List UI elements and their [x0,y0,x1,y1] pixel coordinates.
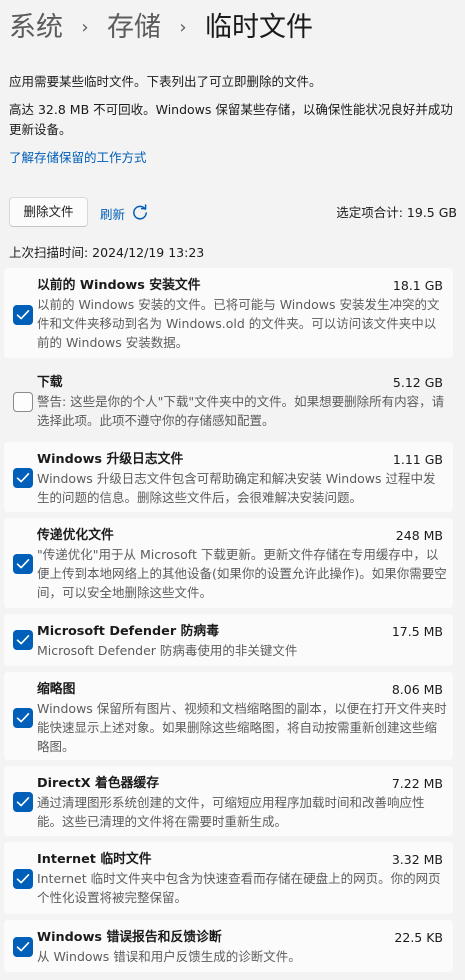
reserved-storage-link[interactable]: 了解存储保留的工作方式 [9,148,147,168]
item-description: Windows 升级日志文件包含可帮助确定和解决安装 Windows 过程中发生… [37,471,436,505]
checkmark-icon [16,559,30,569]
item-checkbox[interactable] [13,869,33,889]
item-description: 通过清理图形系统创建的文件，可缩短应用程序加载时间和改善响应性能。这些已清理的文… [37,795,425,829]
checkmark-icon [16,713,30,723]
item-description: "传递优化"用于从 Microsoft 下载更新。更新文件存储在专用缓存中，以便… [37,547,447,600]
item-size: 8.06 MB [391,682,443,697]
item-checkbox[interactable] [13,792,33,812]
item-title: 传递优化文件 [37,528,114,543]
selected-total: 选定项合计: 19.5 GB [336,205,457,220]
temp-file-item[interactable]: Microsoft Defender 防病毒 17.5 MB Microsoft D… [4,614,453,666]
checkmark-icon [16,473,30,483]
checkmark-icon [16,874,30,884]
item-title: Microsoft Defender 防病毒 [37,624,220,639]
intro-text: 应用需要某些临时文件。下表列出了可立即删除的文件。 [9,74,322,89]
checkmark-icon [16,942,30,952]
refresh-label: 刷新 [100,206,126,222]
temp-file-item[interactable]: 传递优化文件 248 MB "传递优化"用于从 Microsoft 下载更新。更新文… [4,518,453,608]
item-size: 22.5 KB [394,930,443,945]
checkmark-icon [16,310,30,320]
refresh-icon [133,204,147,220]
item-description: Microsoft Defender 防病毒使用的非关键文件 [37,643,298,658]
item-description: Internet 临时文件夹中包含为快速查看而存储在硬盘上的网页。你的网页个性化… [37,871,441,905]
reserved-storage-text: 高达 32.8 MB 不可回收。Windows 保留某些存储，以确保性能状况良好… [9,102,453,137]
temp-file-item[interactable]: Internet 临时文件 3.32 MB Internet 临时文件夹中包含为快速… [4,842,453,914]
breadcrumb: 系统 › 存储 › 临时文件 [9,8,313,48]
item-size: 1.11 GB [392,452,443,467]
temp-file-item[interactable]: 以前的 Windows 安装文件 18.1 GB 以前的 Windows 安装的文件… [4,268,453,358]
refresh-button[interactable]: 刷新 [100,201,149,225]
delete-files-button[interactable]: 删除文件 [9,197,88,227]
item-title: 下载 [37,375,63,390]
item-description: 从 Windows 错误和用户反馈生成的诊断文件。 [37,949,301,964]
checkmark-icon [16,635,30,645]
item-size: 3.32 MB [391,852,443,867]
item-title: DirectX 着色器缓存 [37,776,160,791]
item-size: 5.12 GB [392,375,443,390]
item-title: 以前的 Windows 安装文件 [37,278,201,293]
temp-files-page: 系统 › 存储 › 临时文件 应用需要某些临时文件。下表列出了可立即删除的文件。… [0,0,465,980]
breadcrumb-storage[interactable]: 存储 [107,8,161,48]
item-description: 警告: 这些是你的个人"下载"文件夹中的文件。如果想要删除所有内容，请选择此项。… [37,394,445,428]
checkmark-icon [16,797,30,807]
breadcrumb-system[interactable]: 系统 [9,8,63,48]
temp-file-item[interactable]: Windows 错误报告和反馈诊断 22.5 KB 从 Windows 错误和用户反… [4,920,453,972]
item-title: Windows 升级日志文件 [37,452,184,467]
item-title: Internet 临时文件 [37,852,152,867]
item-checkbox[interactable] [13,630,33,650]
temp-file-item[interactable]: DirectX 着色器缓存 7.22 MB 通过清理图形系统创建的文件，可缩短应用程… [4,766,453,836]
item-description: Windows 保留所有图片、视频和文档缩略图的副本，以便在打开文件夹时能快速显… [37,701,447,754]
chevron-right-icon: › [179,17,187,38]
item-size: 18.1 GB [392,278,443,293]
item-size: 248 MB [395,528,443,543]
page-title: 临时文件 [205,12,313,43]
last-scan-time: 上次扫描时间: 2024/12/19 13:23 [9,245,205,260]
item-checkbox[interactable] [13,468,33,488]
item-checkbox[interactable] [13,554,33,574]
temp-file-item[interactable]: 下载 5.12 GB 警告: 这些是你的个人"下载"文件夹中的文件。如果想要删除所有… [4,365,453,437]
item-checkbox[interactable] [13,305,33,325]
chevron-right-icon: › [81,17,89,38]
item-size: 17.5 MB [391,624,443,639]
item-checkbox[interactable] [13,708,33,728]
item-description: 以前的 Windows 安装的文件。已将可能与 Windows 安装发生冲突的文… [37,297,440,350]
item-checkbox[interactable] [13,937,33,957]
item-size: 7.22 MB [391,776,443,791]
item-title: 缩略图 [37,682,76,697]
item-checkbox[interactable] [13,392,33,412]
item-title: Windows 错误报告和反馈诊断 [37,930,222,945]
temp-file-item[interactable]: 缩略图 8.06 MB Windows 保留所有图片、视频和文档缩略图的副本，以便在… [4,672,453,760]
temp-file-item[interactable]: Windows 升级日志文件 1.11 GB Windows 升级日志文件包含可帮助… [4,442,453,512]
